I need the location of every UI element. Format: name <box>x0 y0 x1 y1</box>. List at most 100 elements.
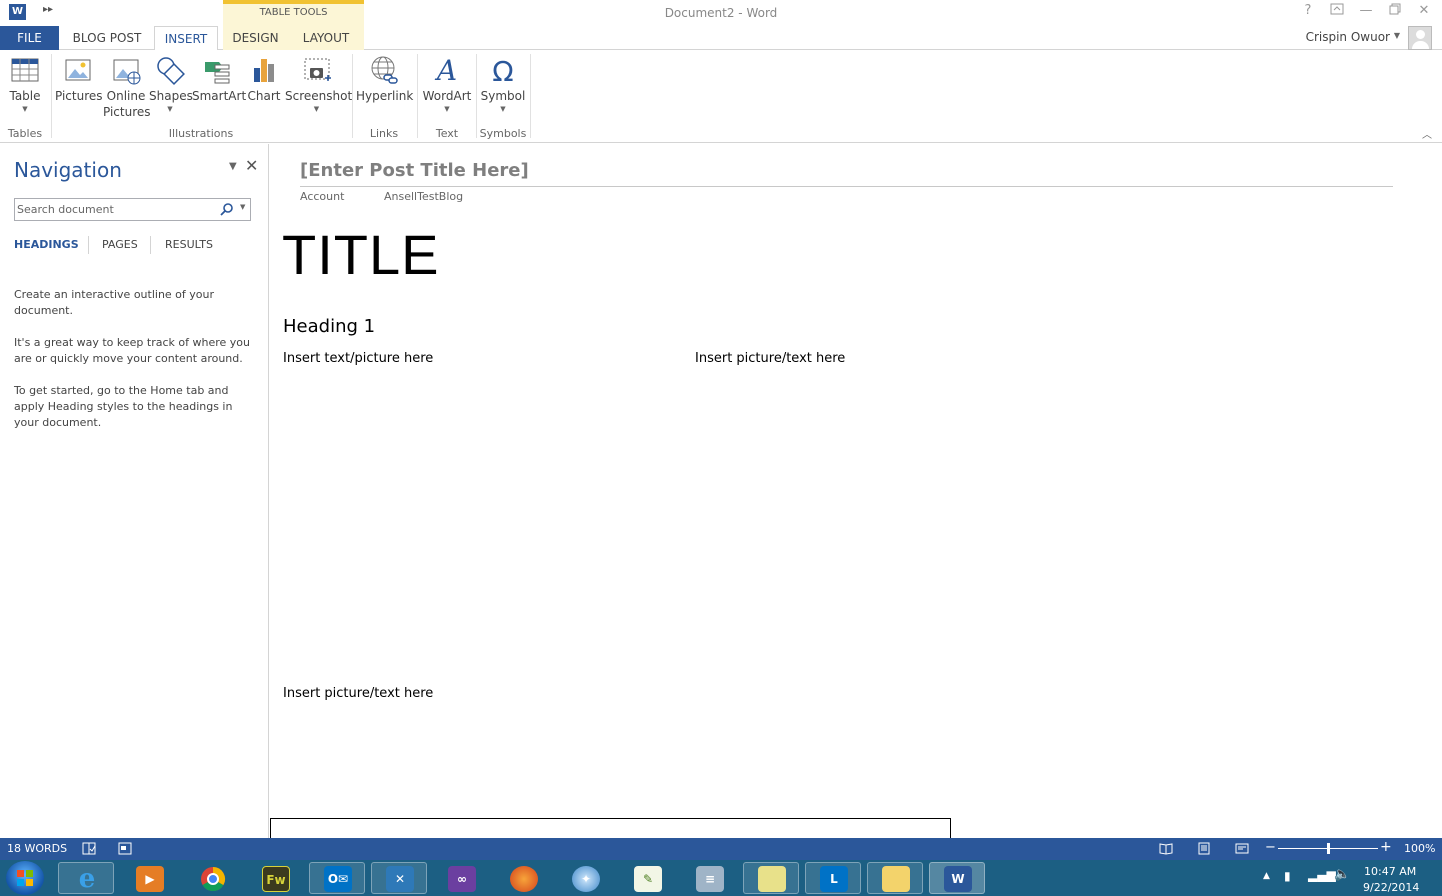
minimize-icon[interactable]: — <box>1355 3 1377 18</box>
folder-icon <box>882 866 910 892</box>
screenshot-button[interactable]: Screenshot ▼ <box>285 54 352 114</box>
start-button[interactable] <box>6 861 44 895</box>
symbol-caret-icon: ▼ <box>500 105 506 113</box>
taskbar-virtual-machine[interactable]: ≡ <box>681 862 737 894</box>
search-input[interactable] <box>17 201 213 218</box>
network-icon[interactable]: ▂▄▆ <box>1308 868 1336 882</box>
chart-label: Chart <box>247 89 281 103</box>
clock-time[interactable]: 10:47 AM <box>1364 865 1416 878</box>
online-pictures-icon <box>110 54 142 86</box>
document-heading-1[interactable]: Heading 1 <box>283 316 375 337</box>
close-icon[interactable]: ✕ <box>1413 3 1435 18</box>
taskbar-firefox[interactable] <box>495 862 551 894</box>
omega-icon: Ω <box>487 54 519 88</box>
close-pane-icon[interactable]: ✕ <box>245 156 258 175</box>
pictures-button[interactable]: Pictures <box>55 54 103 104</box>
taskbar-outlook[interactable]: O✉ <box>309 862 365 894</box>
navigation-title: Navigation <box>14 158 122 182</box>
screenshot-icon <box>301 54 333 86</box>
print-layout-icon[interactable] <box>1197 842 1211 855</box>
tab-blog-post[interactable]: BLOG POST <box>66 26 148 50</box>
account-value[interactable]: AnsellTestBlog <box>384 190 463 203</box>
proofing-icon[interactable] <box>82 842 96 855</box>
taskbar-internet-explorer[interactable]: e <box>58 862 114 894</box>
search-options-caret-icon[interactable]: ▼ <box>240 203 245 211</box>
nav-tab-headings[interactable]: HEADINGS <box>14 238 79 251</box>
collapse-ribbon-icon[interactable]: ︿ <box>1422 126 1432 141</box>
word-window: W ▸▸ TABLE TOOLS Document2 - Word ? — ✕ … <box>0 0 1442 896</box>
post-title-field[interactable]: [Enter Post Title Here] <box>300 160 529 181</box>
word-app-icon[interactable]: W <box>9 4 26 20</box>
screenshot-caret-icon: ▼ <box>313 105 320 113</box>
document-title[interactable]: TITLE <box>282 222 439 287</box>
word-count[interactable]: 18 WORDS <box>7 842 67 855</box>
online-pictures-button[interactable]: Online Pictures <box>103 54 151 120</box>
taskbar-lync[interactable]: L <box>805 862 861 894</box>
taskbar-visual-studio[interactable]: ∞ <box>433 862 489 894</box>
table-caret-icon: ▼ <box>22 105 28 113</box>
zoom-out-button[interactable]: − <box>1265 840 1276 855</box>
table-cell-3[interactable]: Insert picture/text here <box>283 686 433 701</box>
table-label: Table <box>9 89 41 103</box>
zoom-slider-thumb[interactable] <box>1326 843 1330 854</box>
ribbon-display-options-icon[interactable] <box>1326 3 1348 19</box>
post-title-divider <box>300 186 1393 187</box>
shapes-caret-icon: ▼ <box>167 105 173 113</box>
quick-access-more-icon[interactable]: ▸▸ <box>43 4 53 15</box>
help-icon[interactable]: ? <box>1297 3 1319 18</box>
svg-text:Ω: Ω <box>492 55 513 86</box>
document-canvas[interactable]: [Enter Post Title Here] Account AnsellTe… <box>270 144 1442 838</box>
volume-icon[interactable]: 🔈 <box>1334 867 1350 882</box>
user-name[interactable]: Crispin Owuor <box>1306 30 1390 44</box>
search-icon[interactable] <box>220 202 234 216</box>
zoom-in-button[interactable]: + <box>1380 839 1392 855</box>
taskbar-chrome[interactable] <box>184 862 240 894</box>
show-hidden-icons-icon[interactable]: ▲ <box>1263 871 1270 881</box>
hyperlink-button[interactable]: Hyperlink <box>356 54 413 104</box>
wordart-button[interactable]: A WordArt ▼ <box>421 54 473 114</box>
outlook-icon: O✉ <box>324 866 352 892</box>
user-menu-caret-icon[interactable]: ▼ <box>1394 31 1400 40</box>
smartart-button[interactable]: SmartArt <box>192 54 246 104</box>
tab-insert[interactable]: INSERT <box>154 26 218 51</box>
table-button[interactable]: Table ▼ <box>4 54 46 114</box>
tab-design[interactable]: DESIGN <box>223 26 288 50</box>
pane-options-caret-icon[interactable]: ▼ <box>229 161 237 172</box>
taskbar-file-explorer[interactable] <box>867 862 923 894</box>
power-icon[interactable]: ▮ <box>1284 869 1291 883</box>
windows-taskbar: e ▶ Fw O✉ ✕ ∞ ✦ ✎ ≡ L W ▲ ▮ ▂▄▆ 🔈 10:47 … <box>0 860 1442 896</box>
taskbar-media-player[interactable]: ▶ <box>121 862 177 894</box>
taskbar-notepad-plus[interactable]: ✎ <box>619 862 675 894</box>
chart-button[interactable]: Chart <box>245 54 283 104</box>
wordart-icon: A <box>431 54 463 87</box>
clock-date[interactable]: 9/22/2014 <box>1363 881 1419 894</box>
title-bar: W ▸▸ TABLE TOOLS Document2 - Word ? — ✕ <box>0 0 1442 26</box>
sticky-notes-icon <box>758 866 786 892</box>
read-mode-icon[interactable] <box>1159 842 1173 855</box>
group-label-links: Links <box>369 127 399 140</box>
group-separator <box>530 54 531 138</box>
macro-recording-icon[interactable] <box>118 842 132 855</box>
table-cell-1[interactable]: Insert text/picture here <box>283 351 433 366</box>
restore-icon[interactable] <box>1384 3 1406 19</box>
web-layout-icon[interactable] <box>1235 842 1249 855</box>
taskbar-tools[interactable]: ✕ <box>371 862 427 894</box>
table-cell-2[interactable]: Insert picture/text here <box>695 351 845 366</box>
chrome-icon <box>199 866 227 892</box>
shapes-button[interactable]: Shapes ▼ <box>149 54 193 114</box>
taskbar-word[interactable]: W <box>929 862 985 894</box>
nav-tab-pages[interactable]: PAGES <box>102 238 138 251</box>
fireworks-icon: Fw <box>262 866 290 892</box>
tab-file[interactable]: FILE <box>0 26 59 50</box>
zoom-level[interactable]: 100% <box>1404 842 1435 855</box>
tab-layout[interactable]: LAYOUT <box>288 26 364 50</box>
symbol-button[interactable]: Ω Symbol ▼ <box>480 54 526 114</box>
avatar[interactable] <box>1408 26 1432 50</box>
nav-tab-results[interactable]: RESULTS <box>165 238 213 251</box>
account-label: Account <box>300 190 345 203</box>
taskbar-fireworks[interactable]: Fw <box>247 862 303 894</box>
ribbon-tabs: FILE BLOG POST INSERT DESIGN LAYOUT Cris… <box>0 26 1442 51</box>
taskbar-safari[interactable]: ✦ <box>557 862 613 894</box>
table-icon <box>9 54 41 86</box>
taskbar-sticky-notes[interactable] <box>743 862 799 894</box>
